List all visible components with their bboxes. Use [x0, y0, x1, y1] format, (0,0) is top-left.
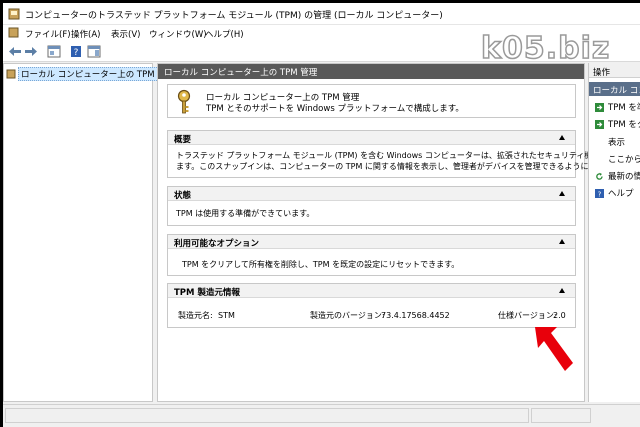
- details-pane: ローカル コンピューター上の TPM 管理 ローカル コンピューター上の TPM…: [157, 63, 632, 402]
- refresh-icon: [596, 172, 603, 180]
- actions-header: 操作: [589, 63, 640, 78]
- back-arrow-icon[interactable]: [8, 45, 22, 58]
- status-title: 状態: [168, 187, 575, 201]
- action-prepare-tpm[interactable]: TPM を準: [595, 101, 640, 113]
- tpm-app-icon: [8, 8, 20, 20]
- menu-file[interactable]: ファイル(F): [25, 28, 71, 40]
- overview-line-1: トラステッド プラットフォーム モジュール (TPM) を含む Windows …: [176, 151, 633, 160]
- actions-group-header[interactable]: ローカル コンピ: [589, 82, 640, 96]
- svg-text:?: ?: [598, 190, 602, 198]
- status-text: TPM は使用する準備ができています。: [176, 209, 315, 218]
- action-label: TPM をク: [608, 120, 640, 130]
- green-arrow-icon: [595, 102, 604, 112]
- menu-help[interactable]: ヘルプ(H): [205, 28, 244, 40]
- title-bar: コンピューターのトラステッド プラットフォーム モジュール (TPM) の管理 …: [3, 3, 640, 25]
- console-tree-icon[interactable]: [47, 45, 61, 58]
- overview-section: 概要 トラステッド プラットフォーム モジュール (TPM) を含む Windo…: [167, 130, 632, 178]
- window-title: コンピューターのトラステッド プラットフォーム モジュール (TPM) の管理 …: [25, 11, 443, 21]
- action-view[interactable]: 表示: [608, 136, 625, 148]
- action-refresh[interactable]: 最新の情報: [595, 170, 640, 182]
- action-label: 最新の情報: [608, 172, 640, 182]
- console-tree-pane: ローカル コンピューター上の TPM 管理: [3, 63, 178, 402]
- action-new-window[interactable]: ここから新: [608, 153, 640, 165]
- status-section: 状態 TPM は使用する準備ができています。: [167, 186, 576, 226]
- manufacturer-version-value: 73.4.17568.4452: [381, 311, 450, 320]
- action-clear-tpm[interactable]: TPM をク: [595, 118, 640, 130]
- action-label: TPM を準: [608, 103, 640, 113]
- menu-view[interactable]: 表示(V): [111, 28, 140, 40]
- manufacturer-title: TPM 製造元情報: [168, 284, 575, 298]
- collapse-arrow-icon[interactable]: [559, 288, 565, 293]
- options-text: TPM をクリアして所有権を削除し、TPM を既定の設定にリセットできます。: [182, 260, 460, 269]
- watermark-logo: k05.biz: [480, 30, 611, 67]
- mmc-window: コンピューターのトラステッド プラットフォーム モジュール (TPM) の管理 …: [3, 3, 640, 427]
- manufacturer-version-label: 製造元のバージョン:: [310, 311, 385, 320]
- tree-node-label: ローカル コンピューター上の TPM 管理: [18, 66, 178, 81]
- menu-action[interactable]: 操作(A): [71, 28, 100, 40]
- svg-text:?: ?: [74, 48, 79, 58]
- action-help[interactable]: ? ヘルプ: [595, 187, 634, 199]
- spec-version-value: 2.0: [553, 311, 566, 320]
- help-icon: ?: [595, 188, 604, 198]
- tpm-node-icon: [6, 69, 16, 78]
- overview-title: 概要: [168, 131, 575, 145]
- show-action-pane-icon[interactable]: [87, 45, 101, 58]
- green-arrow-icon: [595, 119, 604, 129]
- action-label: ヘルプ: [608, 189, 634, 199]
- collapse-arrow-icon[interactable]: [559, 239, 565, 244]
- status-cell-main: [5, 408, 529, 423]
- mmc-system-icon[interactable]: [8, 27, 19, 38]
- help-book-icon[interactable]: ?: [69, 45, 83, 58]
- red-annotation-arrow: [535, 327, 573, 371]
- status-cell-secondary: [531, 408, 591, 423]
- collapse-arrow-icon[interactable]: [559, 191, 565, 196]
- intro-box: ローカル コンピューター上の TPM 管理 TPM とそのサポートを Windo…: [167, 84, 576, 118]
- menu-window[interactable]: ウィンドウ(W): [149, 28, 207, 40]
- intro-description: TPM とそのサポートを Windows プラットフォームで構成します。: [206, 104, 464, 114]
- spec-version-label: 仕様バージョン:: [498, 311, 557, 320]
- manufacturer-name-label: 製造元名:: [178, 311, 213, 320]
- manufacturer-name-value: STM: [218, 311, 235, 320]
- tree-node-tpm-management[interactable]: ローカル コンピューター上の TPM 管理: [6, 66, 178, 81]
- status-bar: [3, 404, 640, 427]
- collapse-arrow-icon[interactable]: [559, 135, 565, 140]
- action-label: ここから新: [608, 155, 640, 165]
- overview-line-2: ます。このスナップインは、コンピューターの TPM に関する情報を表示し、管理者…: [176, 162, 620, 171]
- key-icon: [177, 89, 191, 114]
- options-title: 利用可能なオプション: [168, 235, 575, 249]
- actions-pane: 操作 ローカル コンピ TPM を準 TPM をク 表示 ここから新 最新の情報…: [588, 63, 640, 402]
- manufacturer-section: TPM 製造元情報 製造元名: STM 製造元のバージョン: 73.4.1756…: [167, 283, 576, 328]
- details-header: ローカル コンピューター上の TPM 管理: [158, 64, 584, 79]
- forward-arrow-icon[interactable]: [24, 45, 38, 58]
- action-label: 表示: [608, 138, 626, 148]
- options-section: 利用可能なオプション TPM をクリアして所有権を削除し、TPM を既定の設定に…: [167, 234, 576, 276]
